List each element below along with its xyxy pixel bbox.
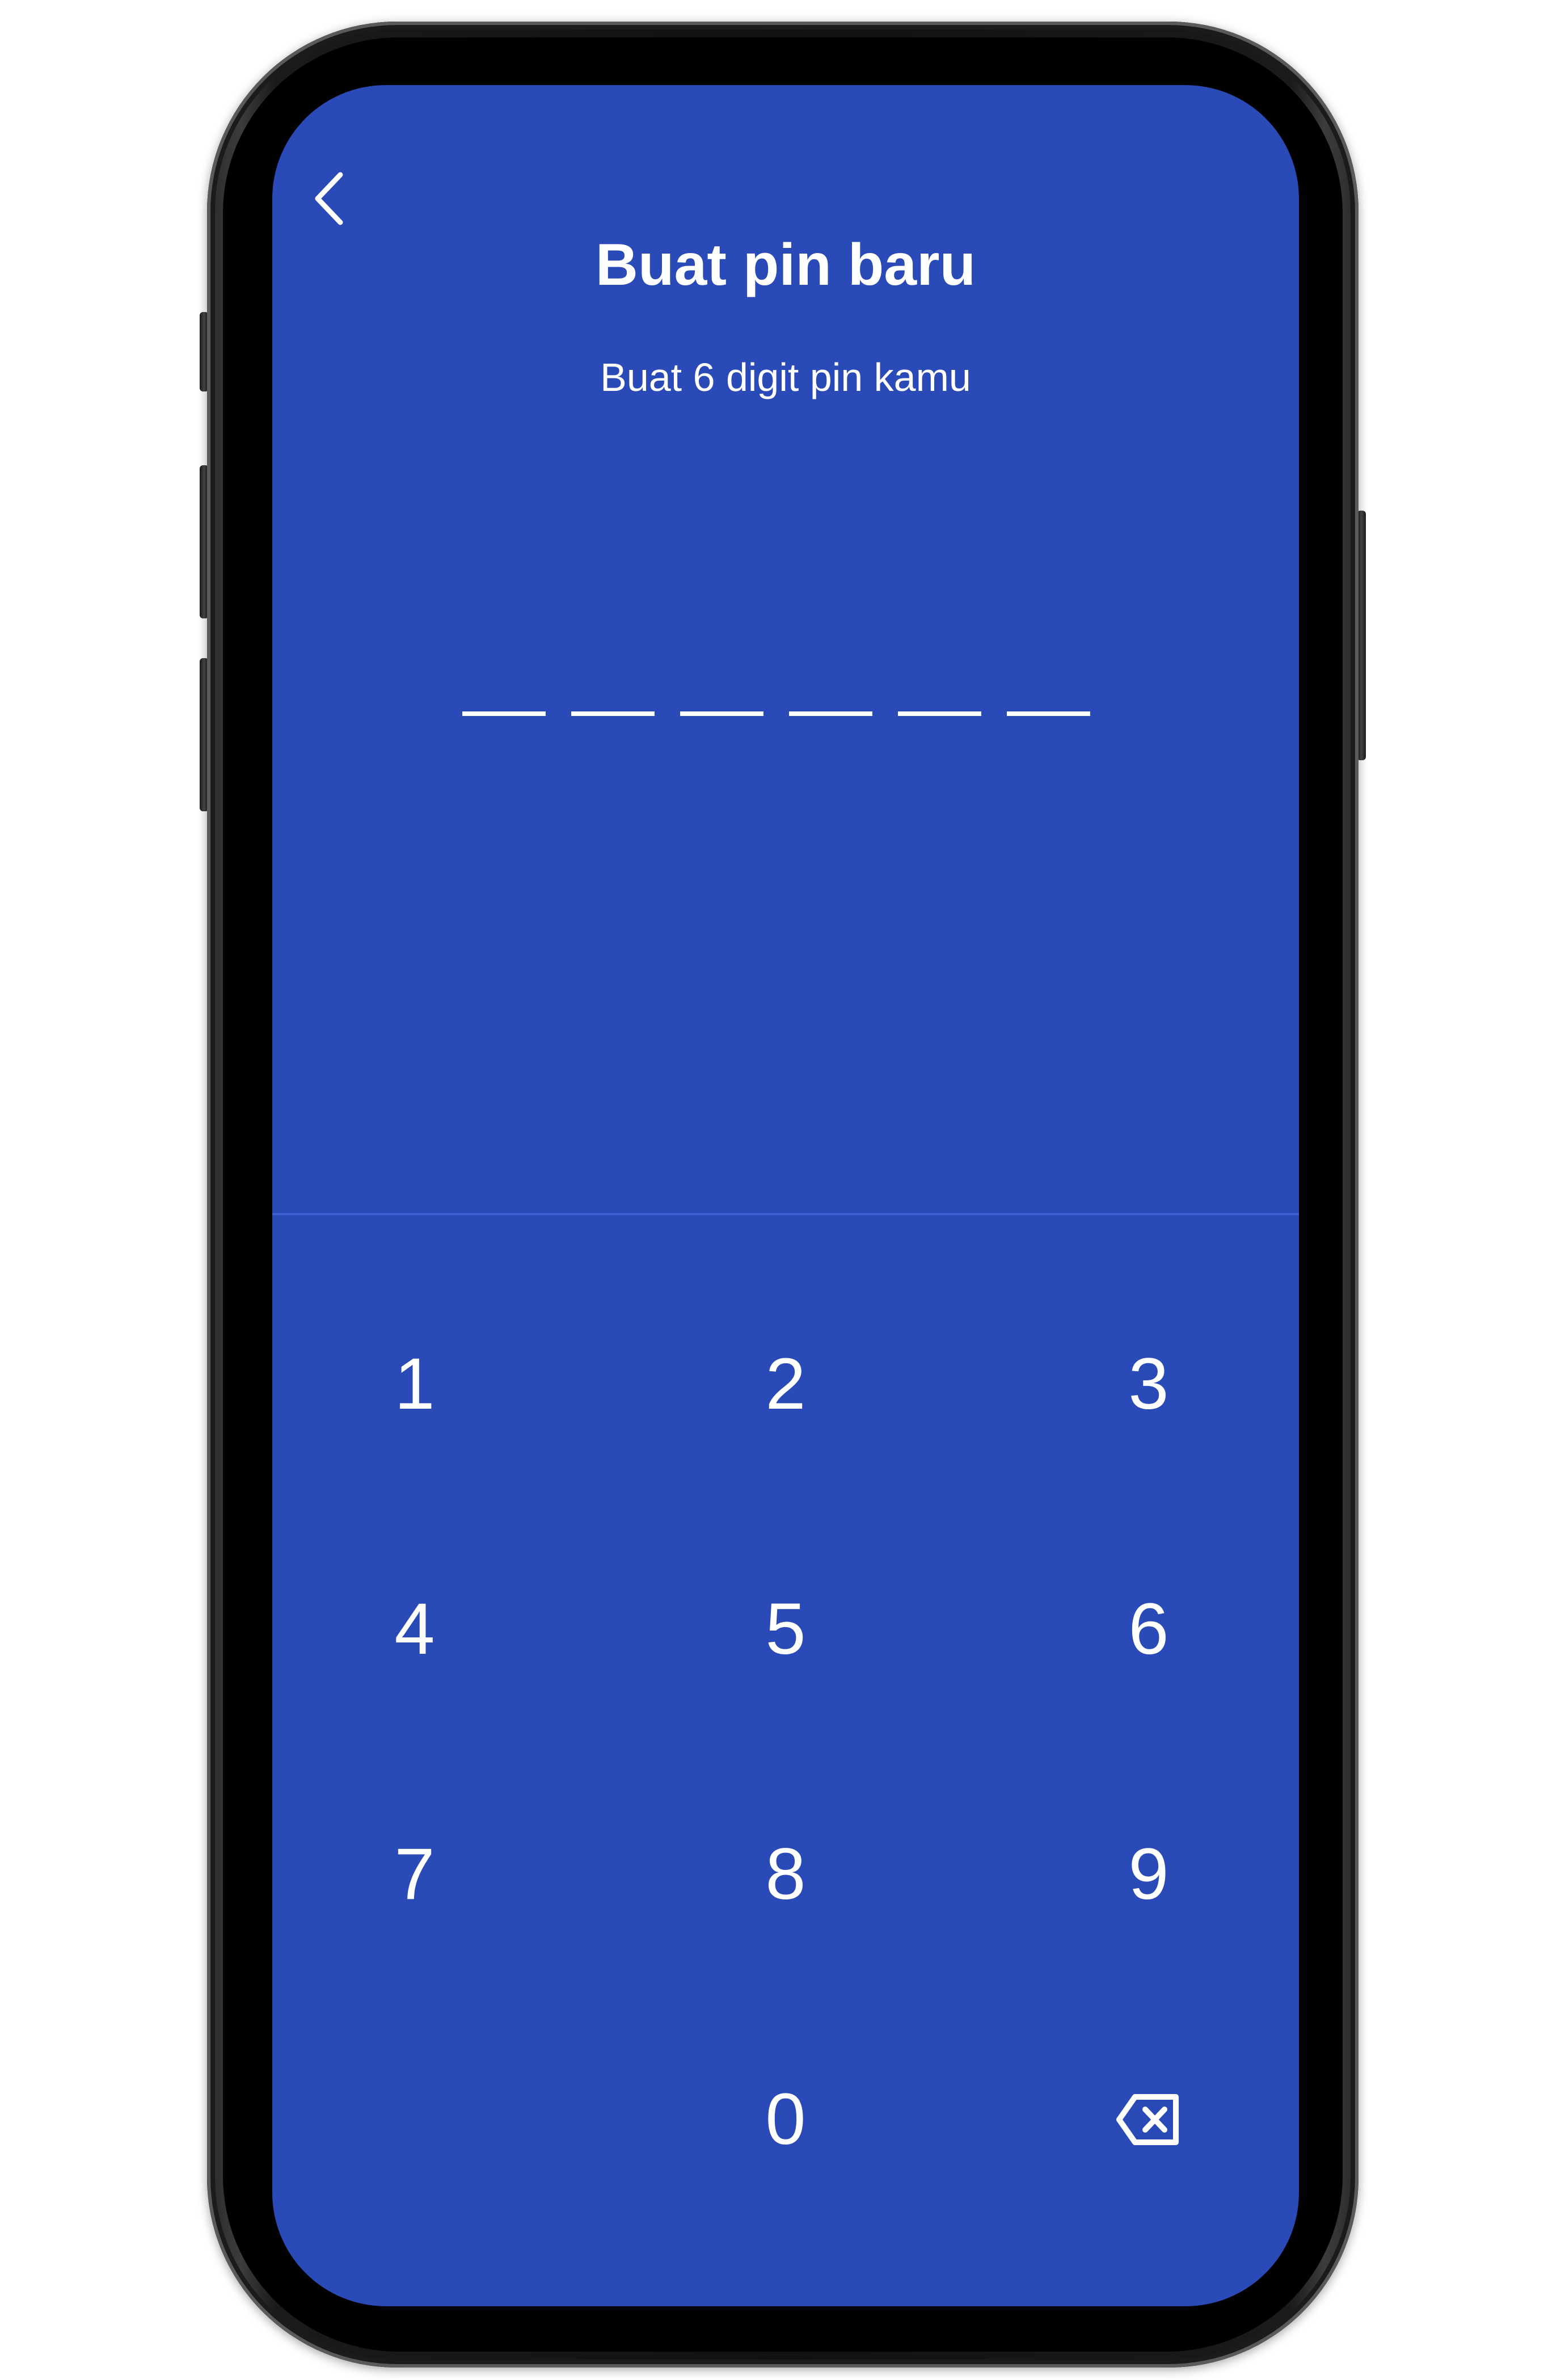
page-title: Buat pin baru — [595, 232, 976, 298]
device-mockup: Buat pin baru Buat 6 digit pin kamu 1 2 … — [0, 0, 1561, 2380]
chevron-left-icon — [315, 172, 343, 225]
key-1[interactable]: 1 — [347, 1316, 483, 1452]
page-subtitle: Buat 6 digit pin kamu — [600, 355, 971, 399]
backspace-icon — [1116, 2094, 1179, 2145]
pin-slot — [1007, 711, 1090, 716]
keypad-divider — [272, 1213, 1299, 1215]
pin-slot — [571, 711, 655, 716]
key-4[interactable]: 4 — [347, 1561, 483, 1697]
pin-creation-screen: Buat pin baru Buat 6 digit pin kamu 1 2 … — [272, 85, 1299, 2306]
pin-slot — [789, 711, 872, 716]
key-0[interactable]: 0 — [718, 2052, 854, 2188]
back-button[interactable] — [295, 165, 363, 233]
pin-input — [462, 711, 1090, 716]
delete-button[interactable] — [1081, 2052, 1217, 2188]
key-9[interactable]: 9 — [1081, 1806, 1217, 1943]
pin-slot — [680, 711, 763, 716]
key-8[interactable]: 8 — [718, 1806, 854, 1943]
key-7[interactable]: 7 — [347, 1806, 483, 1943]
pin-slot — [898, 711, 981, 716]
key-6[interactable]: 6 — [1081, 1561, 1217, 1697]
key-5[interactable]: 5 — [718, 1561, 854, 1697]
key-3[interactable]: 3 — [1081, 1316, 1217, 1452]
key-2[interactable]: 2 — [718, 1316, 854, 1452]
pin-slot — [462, 711, 546, 716]
